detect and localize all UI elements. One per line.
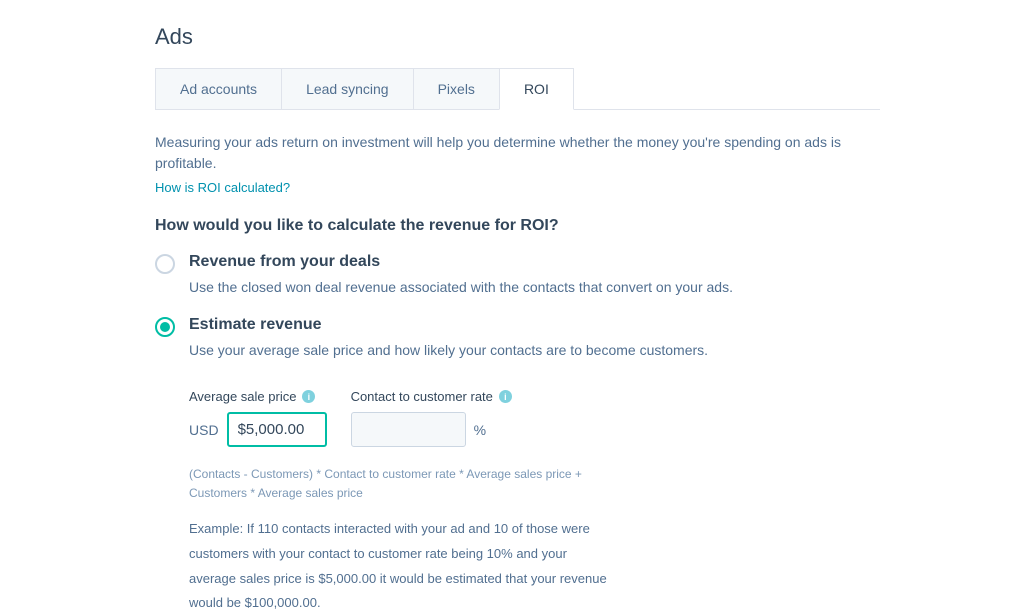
contact-rate-input[interactable] [351,412,466,447]
tab-roi[interactable]: ROI [499,68,574,110]
tab-ad-accounts[interactable]: Ad accounts [155,68,282,109]
avg-sale-price-label: Average sale price i [189,389,327,404]
option-estimate-revenue: Estimate revenue Use your average sale p… [155,316,880,361]
info-icon[interactable]: i [499,390,512,403]
avg-sale-price-group: Average sale price i USD [189,389,327,447]
percent-suffix: % [474,422,486,438]
radio-revenue-from-deals[interactable] [155,254,175,274]
info-icon[interactable]: i [302,390,315,403]
roi-question: How would you like to calculate the reve… [155,217,880,235]
description-text: Measuring your ads return on investment … [155,132,880,174]
example-text: Example: If 110 contacts interacted with… [189,517,609,616]
option-label-deals: Revenue from your deals [189,253,880,271]
radio-estimate-revenue[interactable] [155,317,175,337]
tabs-container: Ad accounts Lead syncing Pixels ROI [155,68,880,110]
help-link[interactable]: How is ROI calculated? [155,180,290,195]
option-label-estimate: Estimate revenue [189,316,880,334]
contact-rate-label-text: Contact to customer rate [351,389,493,404]
option-desc-deals: Use the closed won deal revenue associat… [189,277,880,298]
option-desc-estimate: Use your average sale price and how like… [189,340,880,361]
page-title: Ads [155,24,880,50]
contact-rate-group: Contact to customer rate i % [351,389,512,447]
option-revenue-from-deals: Revenue from your deals Use the closed w… [155,253,880,298]
inputs-row: Average sale price i USD Contact to cust… [189,389,880,447]
currency-prefix: USD [189,422,219,438]
formula-text: (Contacts - Customers) * Contact to cust… [189,465,589,503]
tab-lead-syncing[interactable]: Lead syncing [281,68,414,109]
avg-sale-price-input[interactable] [227,412,327,447]
contact-rate-label: Contact to customer rate i [351,389,512,404]
avg-sale-price-label-text: Average sale price [189,389,296,404]
tab-pixels[interactable]: Pixels [413,68,500,109]
